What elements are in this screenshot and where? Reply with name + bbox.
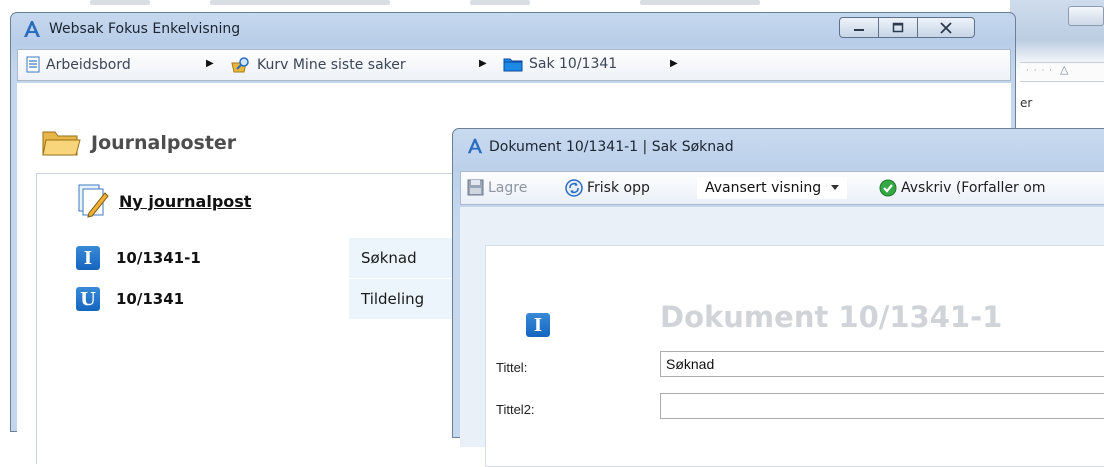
title2-field-label: Tittel2: — [496, 402, 535, 417]
journalpost-row[interactable]: I 10/1341-1 Søknad — [76, 238, 469, 278]
view-mode-select[interactable]: Avansert visning — [697, 177, 848, 199]
journalpost-row[interactable]: U 10/1341 Tildeling — [76, 279, 469, 319]
journalpost-title[interactable]: Tildeling — [349, 279, 469, 319]
outgoing-badge-icon: U — [76, 287, 100, 311]
close-button[interactable] — [917, 17, 975, 38]
journalpost-number[interactable]: 10/1341 — [116, 290, 184, 308]
breadcrumb-item-arbeidsbord[interactable]: Arbeidsbord — [26, 56, 131, 73]
chevron-down-icon — [831, 185, 840, 190]
save-label: Lagre — [488, 179, 528, 196]
document-icon — [26, 56, 40, 73]
floppy-disk-icon — [467, 179, 484, 196]
breadcrumb: Arbeidsbord ▶ Kurv Mine siste saker ▶ Sa… — [17, 49, 1011, 81]
document-content: I Dokument 10/1341-1 Tittel: Tittel2: — [460, 207, 1104, 467]
blur-segment — [210, 0, 390, 5]
section-header: Journalposter — [41, 128, 236, 158]
blur-segment — [640, 0, 760, 5]
incoming-badge-icon: I — [526, 313, 550, 337]
breadcrumb-label: Sak 10/1341 — [529, 56, 618, 72]
minimize-button[interactable] — [839, 17, 879, 38]
breadcrumb-arrow-icon[interactable]: ▶ — [206, 58, 214, 69]
green-check-icon — [879, 179, 897, 197]
title-field-label: Tittel: — [496, 360, 528, 375]
new-document-icon — [78, 184, 109, 218]
window-title: Websak Fokus Enkelvisning — [49, 21, 241, 37]
basket-search-icon — [231, 57, 249, 73]
minimize-icon — [854, 28, 864, 31]
save-button[interactable]: Lagre — [467, 179, 527, 196]
background-window-strip — [0, 0, 1104, 12]
document-window-title: Dokument 10/1341-1 | Sak Søknad — [489, 139, 734, 155]
blur-segment — [90, 0, 150, 5]
approve-button[interactable]: Avskriv (Forfaller om — [879, 179, 1045, 197]
ruler-ticks: · · · · — [1026, 66, 1054, 76]
refresh-icon — [565, 179, 583, 197]
new-journalpost-link[interactable]: Ny journalpost — [75, 183, 251, 219]
ruler: · · · · △ — [1020, 62, 1104, 82]
incoming-badge-icon: I — [76, 246, 100, 270]
breadcrumb-item-kurv[interactable]: Kurv Mine siste saker — [231, 56, 406, 74]
document-window: Dokument 10/1341-1 | Sak Søknad Lagre Fr… — [452, 128, 1104, 467]
document-heading: Dokument 10/1341-1 — [660, 300, 1003, 334]
new-journalpost-label: Ny journalpost — [119, 191, 252, 211]
breadcrumb-label: Arbeidsbord — [46, 56, 131, 73]
section-title: Journalposter — [91, 132, 237, 154]
breadcrumb-arrow-icon[interactable]: ▶ — [479, 58, 487, 69]
view-mode-value: Avansert visning — [705, 180, 822, 196]
close-icon — [940, 21, 952, 34]
journalpost-title[interactable]: Søknad — [349, 238, 469, 278]
refresh-label: Frisk opp — [587, 180, 650, 196]
breadcrumb-label: Kurv Mine siste saker — [257, 57, 406, 73]
journalpost-number[interactable]: 10/1341-1 — [116, 249, 201, 267]
ruler-indent-marker[interactable]: △ — [1060, 63, 1068, 76]
maximize-button[interactable] — [878, 17, 918, 38]
websak-logo-icon — [467, 138, 483, 154]
breadcrumb-item-sak[interactable]: Sak 10/1341 — [503, 56, 617, 72]
background-app-text: er — [1020, 96, 1033, 110]
refresh-button[interactable]: Frisk opp — [565, 179, 650, 197]
document-toolbar: Lagre Frisk opp Avansert visning Avskriv… — [460, 171, 1104, 205]
folder-icon — [42, 131, 81, 156]
breadcrumb-arrow-icon[interactable]: ▶ — [670, 58, 678, 69]
websak-logo-icon — [24, 21, 40, 37]
maximize-icon — [892, 22, 904, 33]
approve-label: Avskriv (Forfaller om — [901, 180, 1046, 196]
blur-segment — [470, 0, 530, 5]
background-app-control[interactable] — [1068, 6, 1104, 26]
blue-folder-icon — [503, 58, 523, 72]
title2-field[interactable] — [660, 393, 1104, 419]
title-field[interactable] — [660, 351, 1104, 377]
